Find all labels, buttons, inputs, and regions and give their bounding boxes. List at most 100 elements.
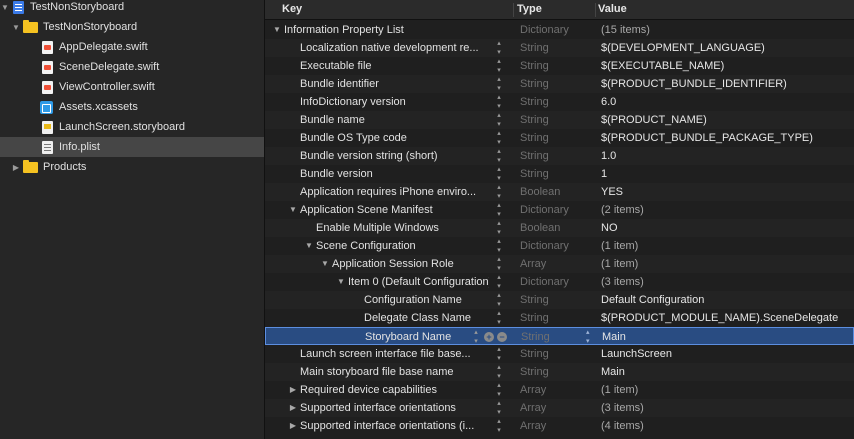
add-row-icon[interactable]: + bbox=[484, 332, 494, 342]
column-header-type[interactable]: Type bbox=[513, 0, 542, 19]
plist-row[interactable]: ▼ Item 0 (Default Configuration) ▴ ▾ Dictio… bbox=[265, 273, 854, 291]
plist-value[interactable]: $(DEVELOPMENT_LANGUAGE) bbox=[601, 39, 765, 57]
plist-key[interactable]: Localization native development re... bbox=[300, 39, 489, 57]
key-stepper-icon[interactable]: ▴ ▾ bbox=[494, 255, 504, 273]
navigator-item-infoplist[interactable]: Info.plist bbox=[0, 137, 264, 157]
plist-row[interactable]: ▼ Application Scene Manifest ▴ ▾ Dictionary… bbox=[265, 201, 854, 219]
plist-row[interactable]: Storyboard Name + − ▴ ▾ String ▴ ▾ Main bbox=[265, 327, 854, 345]
plist-row[interactable]: Application requires iPhone enviro... ▴ ▾… bbox=[265, 183, 854, 201]
plist-value[interactable]: $(PRODUCT_MODULE_NAME).SceneDelegate bbox=[601, 309, 838, 327]
plist-type[interactable]: String bbox=[520, 147, 549, 165]
plist-row[interactable]: ▼ Scene Configuration ▴ ▾ Dictionary (1 item… bbox=[265, 237, 854, 255]
navigator-item-launchscreen[interactable]: LaunchScreen.storyboard bbox=[0, 117, 264, 137]
plist-key[interactable]: Main storyboard file base name bbox=[300, 363, 489, 381]
plist-key[interactable]: Enable Multiple Windows bbox=[316, 219, 489, 237]
plist-key[interactable]: InfoDictionary version bbox=[300, 93, 489, 111]
disclosure-expanded-icon[interactable]: ▼ bbox=[304, 237, 314, 255]
plist-key[interactable]: Delegate Class Name bbox=[364, 309, 489, 327]
plist-row[interactable]: ▶ Required device capabilities ▴ ▾ Array (1 … bbox=[265, 381, 854, 399]
key-stepper-icon[interactable]: ▴ ▾ bbox=[494, 363, 504, 381]
key-stepper-icon[interactable]: ▴ ▾ bbox=[494, 57, 504, 75]
plist-type[interactable]: String bbox=[520, 57, 549, 75]
plist-key[interactable]: Supported interface orientations (i... bbox=[300, 417, 489, 435]
navigator-item-products[interactable]: ▶ Products bbox=[0, 157, 264, 177]
plist-row[interactable]: ▼ Application Session Role ▴ ▾ Array (1 item… bbox=[265, 255, 854, 273]
plist-key[interactable]: Configuration Name bbox=[364, 291, 489, 309]
plist-value[interactable]: (2 items) bbox=[601, 201, 644, 219]
plist-value[interactable]: $(PRODUCT_NAME) bbox=[601, 111, 707, 129]
key-stepper-icon[interactable]: ▴ ▾ bbox=[494, 345, 504, 363]
key-stepper-icon[interactable]: ▴ ▾ bbox=[494, 417, 504, 435]
plist-value[interactable]: (4 items) bbox=[601, 417, 644, 435]
plist-row[interactable]: Configuration Name ▴ ▾ String Default Confi… bbox=[265, 291, 854, 309]
plist-row[interactable]: InfoDictionary version ▴ ▾ String 6.0 bbox=[265, 93, 854, 111]
plist-type[interactable]: String bbox=[520, 309, 549, 327]
plist-type[interactable]: Dictionary bbox=[520, 237, 569, 255]
plist-key[interactable]: Required device capabilities bbox=[300, 381, 489, 399]
plist-row[interactable]: Enable Multiple Windows ▴ ▾ Boolean NO bbox=[265, 219, 854, 237]
disclosure-expanded-icon[interactable]: ▼ bbox=[0, 3, 10, 12]
plist-value[interactable]: 6.0 bbox=[601, 93, 616, 111]
type-stepper-icon[interactable]: ▴ ▾ bbox=[586, 328, 590, 346]
key-stepper-icon[interactable]: ▴ ▾ bbox=[494, 309, 504, 327]
plist-row[interactable]: Bundle version string (short) ▴ ▾ String 1.… bbox=[265, 147, 854, 165]
plist-value[interactable]: 1.0 bbox=[601, 147, 616, 165]
disclosure-collapsed-icon[interactable]: ▶ bbox=[11, 163, 21, 172]
plist-key[interactable]: Information Property List bbox=[284, 21, 489, 39]
plist-value[interactable]: (3 items) bbox=[601, 399, 644, 417]
navigator-item-project[interactable]: ▼ TestNonStoryboard bbox=[0, 0, 264, 17]
plist-row[interactable]: Delegate Class Name ▴ ▾ String $(PRODUCT_MO… bbox=[265, 309, 854, 327]
key-stepper-icon[interactable]: ▴ ▾ bbox=[494, 183, 504, 201]
plist-value[interactable]: Main bbox=[601, 363, 625, 381]
plist-row[interactable]: Bundle OS Type code ▴ ▾ String $(PRODUCT_BU… bbox=[265, 129, 854, 147]
plist-row[interactable]: Main storyboard file base name ▴ ▾ String M… bbox=[265, 363, 854, 381]
plist-key[interactable]: Bundle OS Type code bbox=[300, 129, 489, 147]
plist-key[interactable]: Supported interface orientations bbox=[300, 399, 489, 417]
disclosure-expanded-icon[interactable]: ▼ bbox=[11, 23, 21, 32]
key-stepper-icon[interactable]: ▴ ▾ bbox=[494, 237, 504, 255]
remove-row-icon[interactable]: − bbox=[497, 332, 507, 342]
plist-value[interactable]: (1 item) bbox=[601, 237, 638, 255]
plist-key[interactable]: Application Scene Manifest bbox=[300, 201, 489, 219]
plist-type[interactable]: Boolean bbox=[520, 219, 560, 237]
plist-key[interactable]: Bundle identifier bbox=[300, 75, 489, 93]
plist-row[interactable]: ▼ Information Property List Dictionary (15 … bbox=[265, 21, 854, 39]
key-stepper-icon[interactable]: ▴ ▾ bbox=[494, 147, 504, 165]
plist-value[interactable]: $(PRODUCT_BUNDLE_PACKAGE_TYPE) bbox=[601, 129, 813, 147]
plist-type[interactable]: Dictionary bbox=[520, 273, 569, 291]
plist-type[interactable]: String bbox=[520, 363, 549, 381]
plist-row[interactable]: ▶ Supported interface orientations ▴ ▾ Arra… bbox=[265, 399, 854, 417]
plist-value[interactable]: (15 items) bbox=[601, 21, 650, 39]
disclosure-expanded-icon[interactable]: ▼ bbox=[288, 201, 298, 219]
plist-row[interactable]: Bundle version ▴ ▾ String 1 bbox=[265, 165, 854, 183]
plist-value[interactable]: Main bbox=[602, 328, 626, 346]
disclosure-collapsed-icon[interactable]: ▶ bbox=[288, 381, 298, 399]
plist-type[interactable]: String bbox=[520, 75, 549, 93]
plist-value[interactable]: Default Configuration bbox=[601, 291, 704, 309]
plist-key[interactable]: Executable file bbox=[300, 57, 489, 75]
plist-type[interactable]: String bbox=[520, 93, 549, 111]
navigator-item-assets[interactable]: Assets.xcassets bbox=[0, 97, 264, 117]
plist-type[interactable]: Array bbox=[520, 381, 546, 399]
disclosure-expanded-icon[interactable]: ▼ bbox=[336, 273, 346, 291]
column-header-key[interactable]: Key bbox=[265, 0, 302, 19]
key-stepper-icon[interactable]: ▴ ▾ bbox=[494, 93, 504, 111]
plist-type[interactable]: String bbox=[520, 165, 549, 183]
disclosure-expanded-icon[interactable]: ▼ bbox=[320, 255, 330, 273]
key-stepper-icon[interactable]: ▴ ▾ bbox=[494, 39, 504, 57]
plist-key[interactable]: Bundle version string (short) bbox=[300, 147, 489, 165]
disclosure-expanded-icon[interactable]: ▼ bbox=[272, 21, 282, 39]
plist-type[interactable]: String bbox=[521, 328, 550, 346]
plist-type[interactable]: String bbox=[520, 111, 549, 129]
plist-value[interactable]: (1 item) bbox=[601, 381, 638, 399]
navigator-item-viewcontroller[interactable]: ViewController.swift bbox=[0, 77, 264, 97]
plist-type[interactable]: Array bbox=[520, 255, 546, 273]
plist-value[interactable]: (1 item) bbox=[601, 255, 638, 273]
plist-type[interactable]: String bbox=[520, 129, 549, 147]
plist-key[interactable]: Application requires iPhone enviro... bbox=[300, 183, 489, 201]
plist-type[interactable]: Dictionary bbox=[520, 21, 569, 39]
key-stepper-icon[interactable]: ▴ ▾ bbox=[494, 399, 504, 417]
plist-type[interactable]: Dictionary bbox=[520, 201, 569, 219]
plist-row[interactable]: Executable file ▴ ▾ String $(EXECUTABLE_NAM… bbox=[265, 57, 854, 75]
plist-key[interactable]: Launch screen interface file base... bbox=[300, 345, 489, 363]
